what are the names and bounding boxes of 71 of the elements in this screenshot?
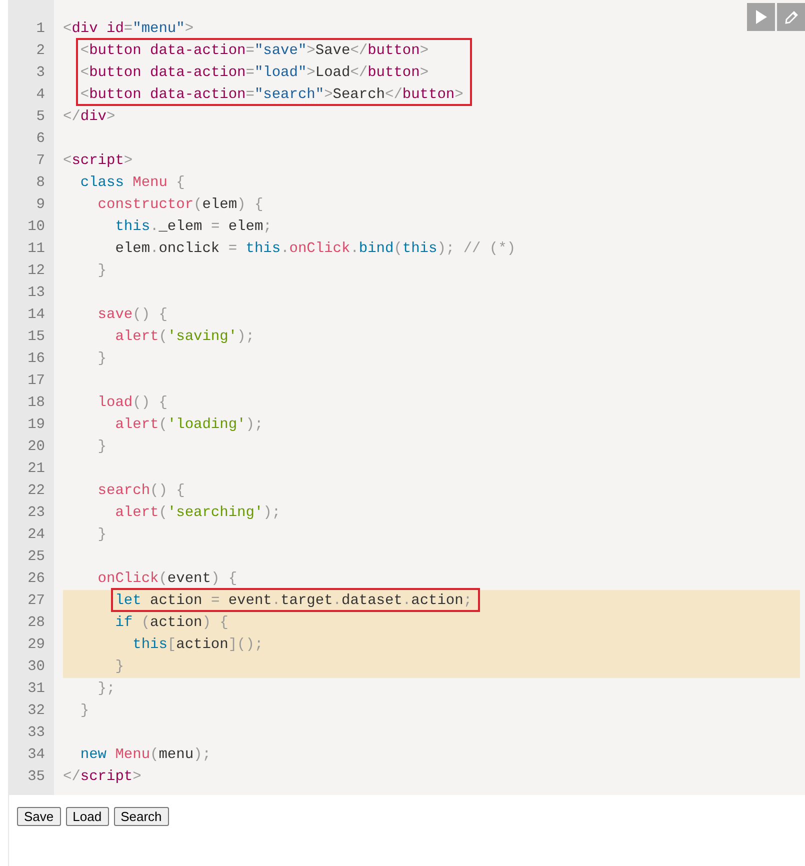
line-number: 17 (26, 372, 45, 391)
line-number: 22 (26, 482, 45, 501)
line-number: 23 (26, 504, 45, 523)
demo-button[interactable]: Load (66, 807, 109, 826)
line-number: 25 (26, 548, 45, 567)
play-icon (755, 10, 767, 24)
line-number: 31 (26, 680, 45, 699)
code-line: <button data-action="save">Save</button> (79, 43, 429, 59)
code-line: this[action](); (132, 637, 264, 653)
code-line: new Menu(menu); (79, 747, 211, 763)
line-number: 16 (26, 350, 45, 369)
line-number: 13 (26, 284, 45, 303)
line-number: 1 (35, 20, 45, 39)
line-number: 7 (35, 152, 45, 171)
code-line: alert('saving'); (114, 329, 254, 345)
line-number: 11 (26, 240, 45, 259)
line-number: 19 (26, 416, 45, 435)
code-line: class Menu { (79, 175, 185, 191)
code-line: } (96, 263, 107, 279)
line-number: 5 (35, 108, 45, 127)
code-line: elem.onclick = this.onClick.bind(this); // (*) (114, 241, 516, 257)
code-line: this._elem = elem; (114, 219, 272, 235)
run-button[interactable] (747, 3, 775, 31)
line-number: 24 (26, 526, 45, 545)
code-line: load() { (96, 395, 168, 411)
code-line: } (96, 527, 107, 543)
code-line: <script> (63, 153, 133, 169)
edit-button[interactable] (777, 3, 805, 31)
line-number: 6 (35, 130, 45, 149)
code-line: search() { (96, 483, 185, 499)
line-number: 4 (35, 86, 45, 105)
demo-button[interactable]: Search (114, 807, 169, 826)
code-line: save() { (96, 307, 168, 323)
code-line: onClick(event) { (96, 571, 238, 587)
code-line: </script> (63, 769, 142, 785)
code-line: <button data-action="load">Load</button> (79, 65, 429, 81)
line-number: 34 (26, 746, 45, 765)
code-line: alert('loading'); (114, 417, 264, 433)
line-number: 9 (35, 196, 45, 215)
code-line: <div id="menu"> (63, 21, 194, 37)
line-number: 35 (26, 768, 45, 787)
code-line: if (action) { (114, 615, 228, 631)
code-line: }; (96, 681, 116, 697)
line-number: 29 (26, 636, 45, 655)
line-number: 26 (26, 570, 45, 589)
code-line: </div> (63, 109, 116, 125)
line-number: 12 (26, 262, 45, 281)
line-number: 8 (35, 174, 45, 193)
code-line: } (114, 659, 124, 675)
code-line: let action = event.target.dataset.action; (114, 593, 472, 609)
code-line: constructor(elem) { (96, 197, 264, 213)
line-number: 20 (26, 438, 45, 457)
line-number: 15 (26, 328, 45, 347)
code-line: <button data-action="search">Search</button> (79, 87, 464, 103)
line-number: 33 (26, 724, 45, 743)
line-number: 3 (35, 64, 45, 83)
demo-button[interactable]: Save (17, 807, 61, 826)
code-line: } (79, 703, 90, 719)
line-number: 18 (26, 394, 45, 413)
line-number: 2 (35, 42, 45, 61)
line-number: 30 (26, 658, 45, 677)
code-line: } (96, 439, 107, 455)
line-number: 27 (26, 592, 45, 611)
pencil-icon (784, 10, 798, 24)
line-number: 10 (26, 218, 45, 237)
line-number: 14 (26, 306, 45, 325)
line-number: 21 (26, 460, 45, 479)
line-number: 32 (26, 702, 45, 721)
code-line: } (96, 351, 107, 367)
line-number: 28 (26, 614, 45, 633)
code-line: alert('searching'); (114, 505, 281, 521)
